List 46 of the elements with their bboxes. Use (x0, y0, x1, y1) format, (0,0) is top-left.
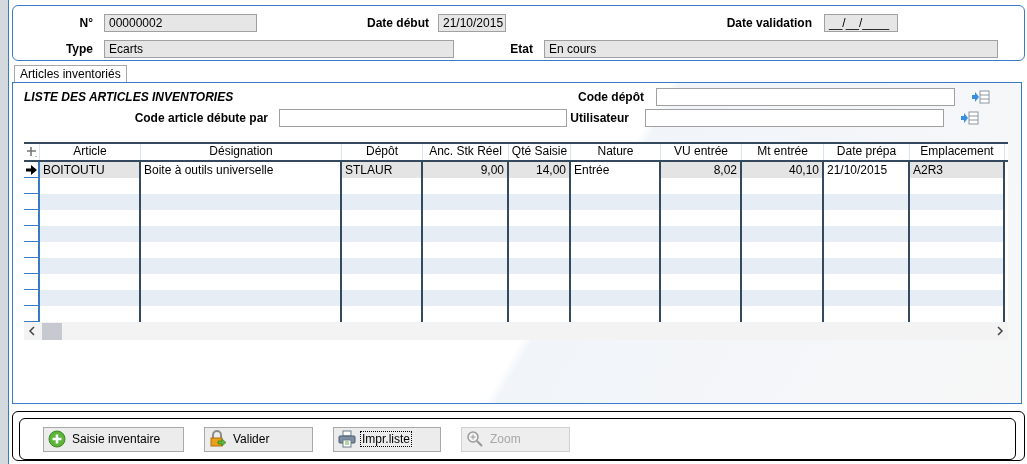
field-label: N° (78, 16, 94, 30)
text-field[interactable]: En cours (544, 40, 998, 58)
column-header[interactable]: Nature (571, 144, 661, 160)
table-cell: A2R3 (910, 162, 1005, 178)
input-field[interactable] (279, 109, 567, 127)
horizontal-scrollbar[interactable] (24, 322, 1008, 340)
scroll-thumb[interactable] (42, 322, 62, 340)
table-cell: 40,10 (742, 162, 824, 178)
field-label: Code dépôt (578, 90, 645, 104)
input-field[interactable] (645, 109, 944, 127)
text-field[interactable]: __/__/____ (824, 14, 898, 32)
lookup-list-icon[interactable] (972, 90, 990, 104)
table-cell: BOITOUTU (40, 162, 141, 178)
lookup-list-icon[interactable] (961, 111, 979, 125)
field-label: Code article débute par (133, 111, 269, 125)
column-header[interactable]: Mt entrée (742, 144, 824, 160)
field-label: Date validation (725, 16, 813, 30)
column-header[interactable]: Article (40, 144, 141, 160)
action-button[interactable]: Saisie inventaire (43, 426, 184, 452)
field-label: Etat (509, 42, 534, 56)
text-field[interactable]: 00000002 (104, 14, 257, 32)
plus-icon (48, 430, 66, 448)
column-header[interactable]: VU entrée (661, 144, 742, 160)
column-header[interactable]: Qté Saisie (509, 144, 571, 160)
field-label: Date début (366, 16, 430, 30)
text-field[interactable]: Ecarts (104, 40, 454, 58)
printer-icon (338, 430, 356, 448)
column-header[interactable]: Dépôt (342, 144, 423, 160)
text-field[interactable]: 21/10/2015 (438, 14, 506, 32)
field-label: Utilisateur (569, 111, 630, 125)
input-field[interactable] (656, 88, 955, 106)
table-cell: 14,00 (509, 162, 571, 178)
table-cell: 8,02 (661, 162, 742, 178)
action-button[interactable]: Valider (204, 426, 313, 452)
action-button[interactable]: Impr.liste (333, 426, 441, 452)
list-title: LISTE DES ARTICLES INVENTORIES (24, 90, 235, 104)
column-header[interactable]: Anc. Stk Réel (423, 144, 509, 160)
field-label: Type (64, 42, 94, 56)
column-header[interactable]: Date prépa (824, 144, 910, 160)
table-cell: 9,00 (423, 162, 509, 178)
column-header[interactable]: Emplacement (910, 144, 1005, 160)
tab[interactable]: Articles inventoriés (14, 65, 127, 82)
magnifier-icon (466, 430, 484, 448)
table-cell: STLAUR (342, 162, 423, 178)
padlock-arrow-icon (209, 430, 227, 448)
column-header[interactable]: Désignation (141, 144, 342, 160)
